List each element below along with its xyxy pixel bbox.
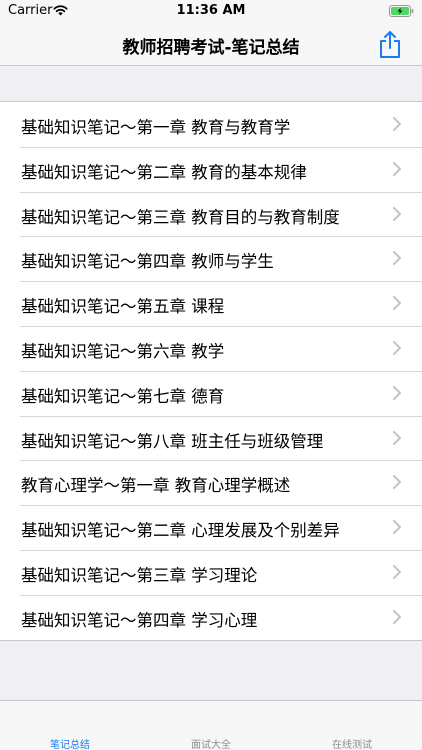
status-bar: Carrier 11:36 AM <box>0 0 422 22</box>
tab-notes[interactable]: 笔记总结 <box>0 736 140 750</box>
list-item[interactable]: 基础知识笔记～第二章 心理发展及个别差异 <box>0 505 422 550</box>
list-item-label: 基础知识笔记～第二章 心理发展及个别差异 <box>21 521 340 541</box>
list-item-label: 基础知识笔记～第五章 课程 <box>21 297 225 317</box>
list-item-label: 基础知识笔记～第二章 教育的基本规律 <box>21 162 307 182</box>
list-item-label: 教育心理学～第一章 教育心理学概述 <box>21 476 291 496</box>
list-item-label: 基础知识笔记～第四章 教师与学生 <box>21 252 274 272</box>
list-item-label: 基础知识笔记～第一章 教育与教育学 <box>21 118 291 137</box>
list-item[interactable]: 基础知识笔记～第六章 教学 <box>0 325 422 371</box>
list-item[interactable]: 教育心理学～第一章 教育心理学概述 <box>0 460 422 505</box>
list-item-label: 基础知识笔记～第三章 教育目的与教育制度 <box>21 207 340 227</box>
chevron-right-icon <box>393 564 401 579</box>
chevron-right-icon <box>393 296 401 311</box>
list-item-label: 基础知识笔记～第三章 学习理论 <box>21 565 258 585</box>
chevron-right-icon <box>393 117 401 131</box>
list-item-label: 基础知识笔记～第四章 学习心理 <box>21 610 258 630</box>
list-item[interactable]: 基础知识笔记～第四章 学习心理 <box>0 594 422 640</box>
page-title: 教师招聘考试-笔记总结 <box>122 38 300 58</box>
list-item[interactable]: 基础知识笔记～第四章 教师与学生 <box>0 236 422 281</box>
chevron-right-icon <box>393 251 401 266</box>
chevron-right-icon <box>393 430 401 445</box>
list-item[interactable]: 基础知识笔记～第一章 教育与教育学 <box>0 102 422 147</box>
chevron-right-icon <box>393 520 401 535</box>
chevron-right-icon <box>393 161 401 176</box>
list-item-label: 基础知识笔记～第七章 德育 <box>21 386 225 406</box>
list-item[interactable]: 基础知识笔记～第三章 教育目的与教育制度 <box>0 191 422 237</box>
tab-interview[interactable]: 面试大全 <box>141 736 281 750</box>
list-item-label: 基础知识笔记～第六章 教学 <box>21 341 225 361</box>
share-icon[interactable] <box>376 29 404 59</box>
tab-online-test[interactable]: 在线测试 <box>282 736 422 750</box>
notes-list: 基础知识笔记～第一章 教育与教育学 基础知识笔记～第二章 教育的基本规律 基础知识笔… <box>0 101 422 641</box>
chevron-right-icon <box>393 475 401 490</box>
chevron-right-icon <box>393 385 401 400</box>
chevron-right-icon <box>393 609 401 624</box>
battery-charging-icon <box>389 5 414 17</box>
chevron-right-icon <box>393 340 401 355</box>
list-item[interactable]: 基础知识笔记～第二章 教育的基本规律 <box>0 146 422 192</box>
tab-bar: 笔记总结 面试大全 在线测试 <box>0 700 422 750</box>
list-item[interactable]: 基础知识笔记～第五章 课程 <box>0 281 422 326</box>
chevron-right-icon <box>393 206 401 221</box>
list-item[interactable]: 基础知识笔记～第三章 学习理论 <box>0 549 422 595</box>
navigation-bar: 教师招聘考试-笔记总结 <box>0 22 422 66</box>
list-item-label: 基础知识笔记～第八章 班主任与班级管理 <box>21 431 324 451</box>
list-item[interactable]: 基础知识笔记～第七章 德育 <box>0 370 422 416</box>
clock: 11:36 AM <box>176 3 246 18</box>
list-item[interactable]: 基础知识笔记～第八章 班主任与班级管理 <box>0 415 422 461</box>
